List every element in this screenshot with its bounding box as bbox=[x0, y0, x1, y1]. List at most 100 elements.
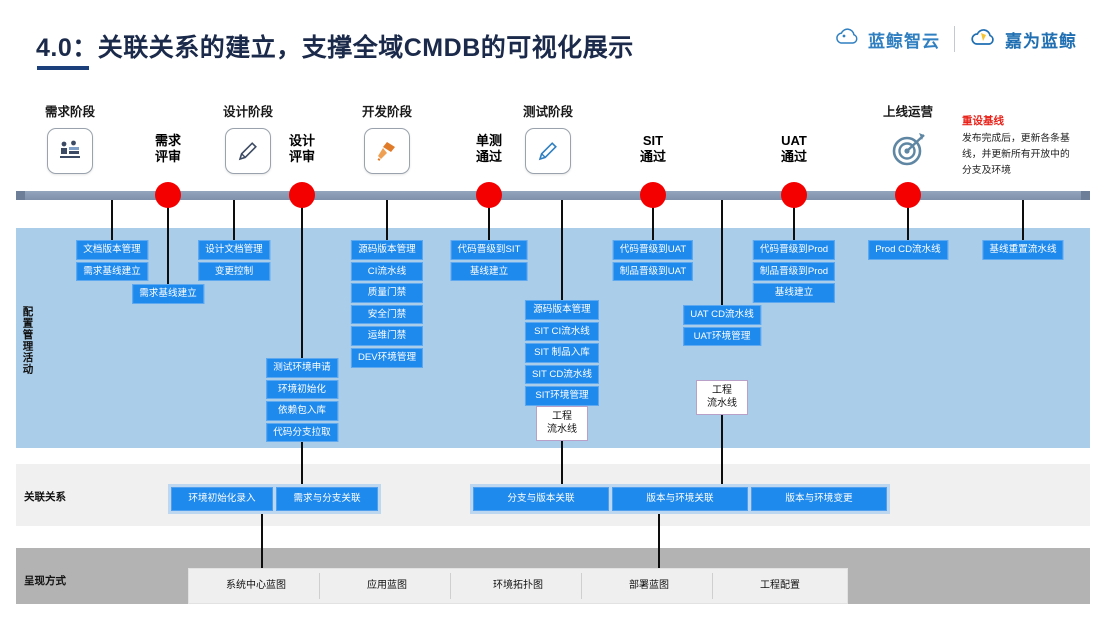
activity-box[interactable]: 制品晋级到Prod bbox=[752, 261, 836, 282]
logo-group: 蓝鲸智云 嘉为蓝鲸 bbox=[834, 26, 1077, 52]
milestone-label-uat-pass: UAT 通过 bbox=[780, 133, 808, 164]
connector-source-version bbox=[386, 200, 388, 242]
activity-box[interactable]: SIT环境管理 bbox=[524, 386, 600, 406]
activity-box[interactable]: 测试环境申请 bbox=[266, 358, 338, 378]
title-underline bbox=[37, 66, 89, 70]
connector-doc-version bbox=[111, 200, 113, 242]
timeline-cap-right bbox=[1081, 191, 1090, 200]
activity-box[interactable]: 制品晋级到UAT bbox=[612, 261, 694, 282]
relation-cell[interactable]: 需求与分支关联 bbox=[276, 487, 378, 511]
activity-group: UAT CD流水线 UAT环境管理 bbox=[683, 305, 761, 347]
phase-caption-design: 设计阶段 bbox=[222, 105, 274, 119]
activity-box[interactable]: 代码晋级到UAT bbox=[612, 240, 694, 260]
connector-req-baseline bbox=[167, 200, 169, 286]
activity-box[interactable]: 源码版本管理 bbox=[350, 240, 424, 260]
activity-box[interactable]: 代码晋级到Prod bbox=[752, 240, 836, 260]
milestone-dot-go-live[interactable] bbox=[895, 182, 921, 208]
activity-group: 基线重置流水线 bbox=[982, 240, 1064, 260]
milestone-label-design-review: 设计 评审 bbox=[288, 133, 316, 164]
target-icon bbox=[886, 128, 930, 177]
milestone-label-requirement-review: 需求 评审 bbox=[154, 133, 182, 164]
connector-test-env bbox=[301, 200, 303, 360]
phase-caption-test: 测试阶段 bbox=[522, 105, 574, 119]
pen-icon bbox=[525, 128, 571, 174]
activity-group: 设计文档管理 变更控制 bbox=[198, 240, 270, 282]
activity-box[interactable]: 依赖包入库 bbox=[266, 401, 338, 421]
activity-group: 代码晋级到UAT 制品晋级到UAT bbox=[612, 240, 694, 282]
activity-box[interactable]: 需求基线建立 bbox=[132, 284, 204, 304]
logo-canway: 嘉为蓝鲸 bbox=[969, 27, 1077, 52]
activity-group: 源码版本管理 SIT CI流水线 SIT 制品入库 SIT CD流水线 SIT环境管理 bbox=[524, 300, 600, 406]
activity-box[interactable]: 代码晋级到SIT bbox=[450, 240, 528, 260]
connector-sit-group bbox=[561, 200, 563, 302]
activity-box[interactable]: SIT CI流水线 bbox=[524, 321, 600, 342]
activity-group: 测试环境申请 环境初始化 依赖包入库 代码分支拉取 bbox=[266, 358, 338, 443]
activity-box[interactable]: 基线建立 bbox=[752, 283, 836, 303]
milestone-dot-sit-pass[interactable] bbox=[640, 182, 666, 208]
activity-box[interactable]: Prod CD流水线 bbox=[868, 240, 948, 260]
activity-box[interactable]: DEV环境管理 bbox=[350, 347, 424, 368]
activity-group: 需求基线建立 bbox=[132, 284, 204, 304]
logo-bkcloud: 蓝鲸智云 bbox=[834, 27, 940, 52]
page-title: 4.0：关联关系的建立，支撑全域CMDB的可视化展示 bbox=[36, 34, 634, 62]
engineering-pipeline-box[interactable]: 工程 流水线 bbox=[536, 406, 588, 441]
relation-cell[interactable]: 环境初始化录入 bbox=[171, 487, 273, 511]
relation-cell[interactable]: 分支与版本关联 bbox=[473, 487, 609, 511]
view-cell[interactable]: 部署蓝图 bbox=[586, 573, 713, 599]
presentation-icon bbox=[47, 128, 93, 174]
activity-box[interactable]: 质量门禁 bbox=[350, 283, 424, 303]
activity-box[interactable]: 文档版本管理 bbox=[76, 240, 148, 260]
activity-box[interactable]: 基线重置流水线 bbox=[982, 240, 1064, 260]
activity-box[interactable]: SIT CD流水线 bbox=[524, 364, 600, 385]
activity-box[interactable]: 代码分支拉取 bbox=[266, 422, 338, 443]
activity-group: 文档版本管理 需求基线建立 bbox=[76, 240, 148, 282]
connector-to-relation-uat bbox=[721, 408, 723, 496]
view-cell[interactable]: 应用蓝图 bbox=[324, 573, 451, 599]
activity-box[interactable]: SIT 制品入库 bbox=[524, 343, 600, 363]
hammer-icon bbox=[364, 128, 410, 174]
view-cell[interactable]: 环境拓扑图 bbox=[455, 573, 582, 599]
milestone-label-unit-test-pass: 单测 通过 bbox=[475, 133, 503, 164]
logo-bkcloud-text: 蓝鲸智云 bbox=[868, 31, 940, 51]
lane-label-view: 呈现方式 bbox=[24, 575, 66, 587]
activity-box[interactable]: 变更控制 bbox=[198, 261, 270, 282]
milestone-dot-unit-test-pass[interactable] bbox=[476, 182, 502, 208]
pencil-icon bbox=[225, 128, 271, 174]
logo-divider bbox=[954, 26, 955, 52]
activity-box[interactable]: 基线建立 bbox=[450, 261, 528, 282]
activity-box[interactable]: CI流水线 bbox=[350, 261, 424, 282]
phase-caption-operations: 上线运营 bbox=[882, 105, 934, 119]
lane-label-relation: 关联关系 bbox=[24, 491, 66, 503]
reset-baseline-body: 发布完成后，更新各条基线，并更新所有开放中的分支及环境 bbox=[962, 133, 1070, 176]
cloud-icon bbox=[834, 27, 862, 52]
relation-strip: 环境初始化录入 需求与分支关联 bbox=[168, 484, 381, 514]
logo-canway-text: 嘉为蓝鲸 bbox=[1005, 31, 1077, 51]
view-cell[interactable]: 系统中心蓝图 bbox=[193, 573, 320, 599]
activity-box[interactable]: 设计文档管理 bbox=[198, 240, 270, 260]
phase-caption-develop: 开发阶段 bbox=[361, 105, 413, 119]
milestone-dot-requirement-review[interactable] bbox=[155, 182, 181, 208]
connector-uat-group bbox=[721, 200, 723, 308]
lane-label-config: 配置管理活动 bbox=[21, 306, 34, 375]
activity-box[interactable]: 环境初始化 bbox=[266, 379, 338, 400]
phase-caption-requirement: 需求阶段 bbox=[44, 105, 96, 119]
activity-box[interactable]: 需求基线建立 bbox=[76, 261, 148, 282]
milestone-label-sit-pass: SIT 通过 bbox=[639, 133, 667, 164]
relation-strip: 分支与版本关联 版本与环境关联 版本与环境变更 bbox=[470, 484, 890, 514]
activity-group: 代码晋级到SIT 基线建立 bbox=[450, 240, 528, 282]
activity-group: 源码版本管理 CI流水线 质量门禁 安全门禁 运维门禁 DEV环境管理 bbox=[350, 240, 424, 368]
slide-canvas: 4.0：关联关系的建立，支撑全域CMDB的可视化展示 蓝鲸智云 嘉为蓝鲸 需求阶… bbox=[0, 0, 1105, 622]
activity-box[interactable]: 安全门禁 bbox=[350, 304, 424, 325]
view-strip: 系统中心蓝图 应用蓝图 环境拓扑图 部署蓝图 工程配置 bbox=[188, 568, 848, 604]
milestone-dot-design-review[interactable] bbox=[289, 182, 315, 208]
activity-box[interactable]: UAT CD流水线 bbox=[683, 305, 761, 325]
activity-box[interactable]: 源码版本管理 bbox=[524, 300, 600, 320]
view-cell[interactable]: 工程配置 bbox=[717, 573, 843, 599]
engineering-pipeline-box[interactable]: 工程 流水线 bbox=[696, 380, 748, 415]
connector-design-doc bbox=[233, 200, 235, 242]
activity-box[interactable]: 运维门禁 bbox=[350, 326, 424, 346]
relation-cell[interactable]: 版本与环境关联 bbox=[612, 487, 748, 511]
relation-cell[interactable]: 版本与环境变更 bbox=[751, 487, 887, 511]
activity-box[interactable]: UAT环境管理 bbox=[683, 326, 761, 347]
milestone-dot-uat-pass[interactable] bbox=[781, 182, 807, 208]
